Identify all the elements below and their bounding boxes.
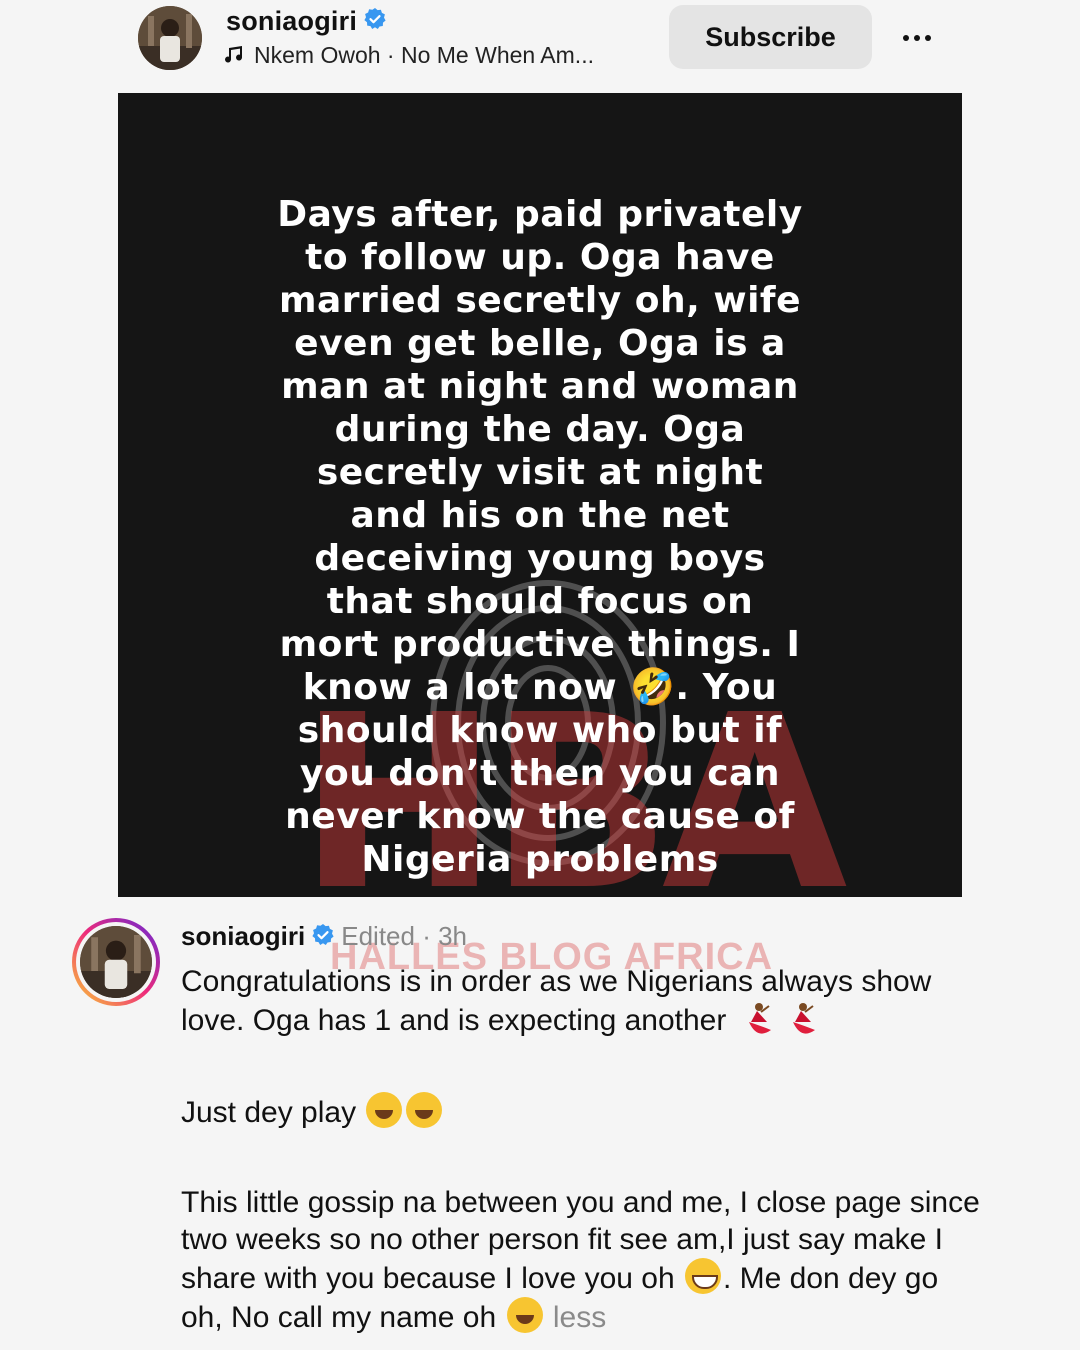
- story-line: know a lot now 🤣. You: [302, 667, 778, 708]
- story-line: should know who but if: [297, 710, 783, 751]
- music-info[interactable]: Nkem Owoh · No Me When Am...: [224, 42, 594, 72]
- story-line: mort productive things. I: [279, 624, 801, 665]
- story-line: even get belle, Oga is a: [294, 323, 786, 364]
- avatar-photo: [80, 926, 152, 998]
- story-line: Days after, paid privately: [277, 194, 803, 235]
- story-line: you don’t then you can: [300, 753, 780, 794]
- instagram-post-view: soniaogiri Nkem Owoh · No Me When Am... …: [0, 0, 1080, 1350]
- less-button[interactable]: less: [553, 1301, 606, 1334]
- caption-paragraph: Congratulations is in order as we Nigeri…: [181, 963, 981, 1040]
- story-line: and his on the net: [350, 495, 730, 536]
- caption-username[interactable]: soniaogiri: [181, 921, 305, 951]
- music-note-icon: [224, 44, 246, 72]
- caption-paragraph: This little gossip na between you and me…: [181, 1184, 981, 1336]
- more-options-icon[interactable]: [895, 20, 939, 56]
- music-text: Nkem Owoh · No Me When Am...: [254, 42, 594, 68]
- caption-paragraph: Just dey play: [181, 1092, 444, 1131]
- story-line: Nigeria problems: [361, 839, 719, 880]
- post-username[interactable]: soniaogiri: [226, 6, 387, 38]
- story-line: during the day. Oga: [334, 409, 746, 450]
- story-line: man at night and woman: [281, 366, 799, 407]
- avatar-photo: [138, 6, 202, 70]
- caption-meta: Edited · 3h: [341, 921, 467, 951]
- story-line: deceiving young boys: [314, 538, 766, 579]
- subscribe-button[interactable]: Subscribe: [669, 5, 872, 69]
- caption-avatar-ring[interactable]: [72, 918, 160, 1006]
- story-line: married secretly oh, wife: [278, 280, 802, 321]
- verified-badge-icon: [311, 923, 335, 954]
- grin-emoji-icon: [684, 1258, 721, 1294]
- caption-text: Just dey play: [181, 1096, 357, 1129]
- story-text: Days after, paid privately to follow up.…: [118, 193, 962, 881]
- rofl-emoji-icon: [366, 1092, 403, 1128]
- rofl-emoji-icon: [506, 1297, 543, 1333]
- story-line: to follow up. Oga have: [305, 237, 775, 278]
- username-text[interactable]: soniaogiri: [226, 6, 357, 36]
- story-line: secretly visit at night: [316, 452, 764, 493]
- verified-badge-icon: [363, 7, 387, 38]
- story-image: HBA Days after, paid privately to follow…: [118, 93, 962, 897]
- story-line: never know the cause of: [285, 796, 795, 837]
- post-header: soniaogiri Nkem Owoh · No Me When Am... …: [0, 0, 1080, 80]
- dancer-emoji-icon: [781, 1000, 821, 1040]
- rofl-emoji-icon: [406, 1092, 443, 1128]
- dancer-emoji-icon: [737, 1000, 777, 1040]
- avatar: [80, 926, 152, 998]
- story-line: that should focus on: [326, 581, 754, 622]
- caption-header: soniaogiri Edited · 3h: [181, 921, 467, 954]
- avatar[interactable]: [138, 6, 202, 70]
